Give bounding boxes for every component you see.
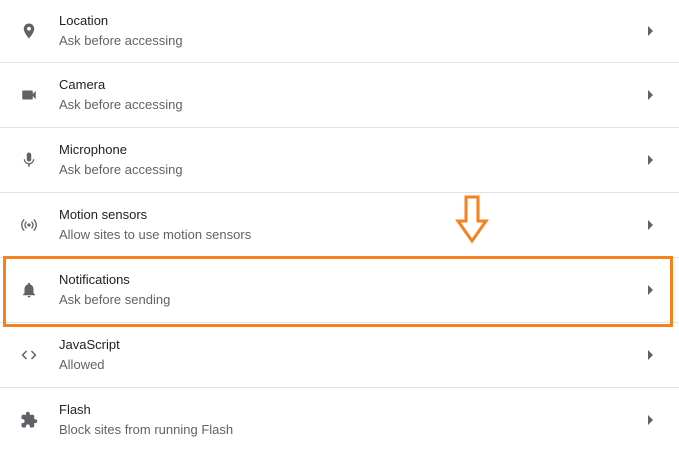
settings-item-text: Location Ask before accessing xyxy=(59,12,183,50)
settings-item-title: Microphone xyxy=(59,142,127,157)
settings-item-flash[interactable]: Flash Block sites from running Flash xyxy=(0,387,679,452)
chevron-right-icon xyxy=(648,220,653,230)
microphone-icon xyxy=(18,149,40,171)
settings-item-subtitle: Block sites from running Flash xyxy=(59,422,234,437)
settings-item-title: Motion sensors xyxy=(59,207,148,222)
settings-item-microphone[interactable]: Microphone Ask before accessing xyxy=(0,127,679,192)
settings-item-text: Flash Block sites from running Flash xyxy=(59,401,233,439)
settings-item-text: JavaScript Allowed xyxy=(59,336,120,374)
code-brackets-icon xyxy=(18,344,40,366)
settings-item-text: Camera Ask before accessing xyxy=(59,76,183,114)
settings-item-motion-sensors[interactable]: Motion sensors Allow sites to use motion… xyxy=(0,192,679,257)
settings-item-subtitle: Allowed xyxy=(59,357,105,372)
chevron-right-icon xyxy=(648,415,653,425)
settings-item-location[interactable]: Location Ask before accessing xyxy=(0,0,679,62)
settings-item-title: Location xyxy=(59,13,109,28)
chevron-right-icon xyxy=(648,155,653,165)
site-settings-permissions-list: Location Ask before accessing Camera Ask… xyxy=(0,0,679,452)
chevron-right-icon xyxy=(648,285,653,295)
chevron-right-icon xyxy=(648,350,653,360)
settings-item-subtitle: Allow sites to use motion sensors xyxy=(59,227,252,242)
settings-item-text: Notifications Ask before sending xyxy=(59,271,170,309)
settings-item-javascript[interactable]: JavaScript Allowed xyxy=(0,322,679,387)
motion-sensors-icon xyxy=(18,214,40,236)
settings-item-title: Flash xyxy=(59,402,91,417)
chevron-right-icon xyxy=(648,90,653,100)
settings-item-title: Camera xyxy=(59,77,106,92)
settings-item-text: Motion sensors Allow sites to use motion… xyxy=(59,206,251,244)
settings-item-title: JavaScript xyxy=(59,337,120,352)
settings-item-title: Notifications xyxy=(59,272,130,287)
chevron-right-icon xyxy=(648,26,653,36)
settings-item-notifications[interactable]: Notifications Ask before sending xyxy=(0,257,679,322)
settings-item-camera[interactable]: Camera Ask before accessing xyxy=(0,62,679,127)
settings-item-text: Microphone Ask before accessing xyxy=(59,141,183,179)
settings-item-subtitle: Ask before accessing xyxy=(59,162,183,177)
location-pin-icon xyxy=(18,20,40,42)
settings-item-subtitle: Ask before accessing xyxy=(59,97,183,112)
settings-item-subtitle: Ask before sending xyxy=(59,292,171,307)
puzzle-piece-icon xyxy=(18,409,40,431)
settings-item-subtitle: Ask before accessing xyxy=(59,33,183,48)
camera-icon xyxy=(18,84,40,106)
bell-icon xyxy=(18,279,40,301)
